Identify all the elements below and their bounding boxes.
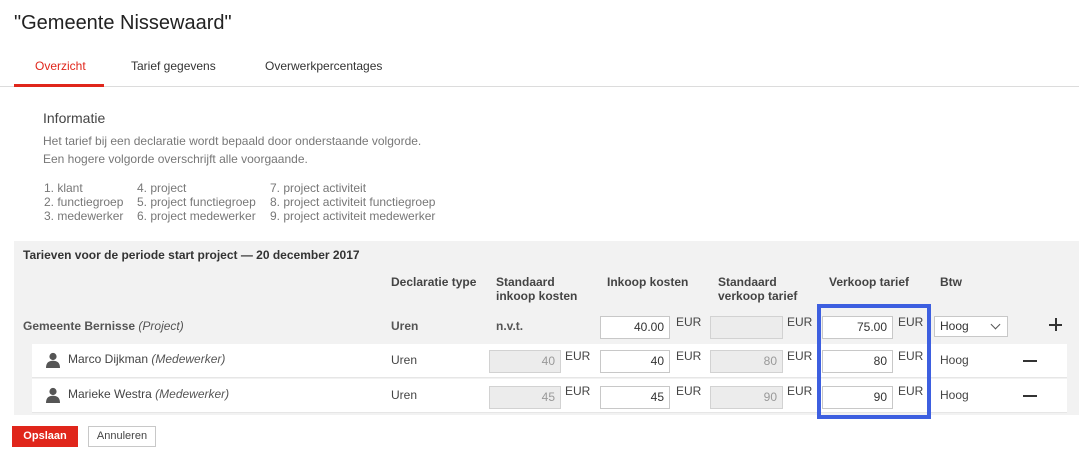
vat-select[interactable]: Hoog [934,316,1008,337]
page-title: "Gemeente Nissewaard" [14,12,232,34]
employee-type: Uren [391,388,418,402]
col-std-verkoop-1: Standaard [718,275,777,289]
employee-purchase-input[interactable]: 45 [600,386,670,409]
order-item: 4. project [137,181,187,195]
remove-row-minus-icon[interactable] [1023,360,1037,362]
info-line-1: Het tarief bij een declaratie wordt bepa… [43,134,422,148]
order-item: 6. project medewerker [137,209,256,223]
remove-row-minus-icon[interactable] [1023,395,1037,397]
col-inkoop-kosten: Inkoop kosten [607,275,689,289]
person-icon [46,352,60,368]
col-std-inkoop-2: inkoop kosten [496,289,578,303]
order-item: 5. project functiegroep [137,195,256,209]
order-item: 3. medewerker [44,209,124,223]
project-row-label: Gemeente Bernisse (Project) [23,319,184,333]
currency-label: EUR [787,349,813,363]
project-std-sale-input [710,316,783,339]
order-item: 1. klant [44,181,83,195]
active-tab-indicator [14,84,104,87]
order-item: 9. project activiteit medewerker [270,209,436,223]
employee-vat: Hoog [940,388,969,402]
project-name: Gemeente Bernisse [23,319,136,333]
project-type: Uren [391,319,419,333]
order-item: 8. project activiteit functiegroep [270,195,436,209]
currency-label: EUR [676,315,702,329]
project-std-purchase: n.v.t. [496,319,524,333]
tab-bar: Overzicht Tarief gegevens Overwerkpercen… [0,50,1079,87]
person-icon [46,387,60,403]
rates-period-header: Tarieven voor de periode start project —… [23,248,360,262]
chevron-down-icon [990,319,1001,330]
employee-std-purchase-input: 40 [489,350,561,373]
currency-label: EUR [787,384,813,398]
project-kind: (Project) [138,319,184,333]
tab-overwerkpercentages[interactable]: Overwerkpercentages [265,59,382,73]
col-verkoop-tarief: Verkoop tarief [829,275,910,289]
tab-tarief-gegevens[interactable]: Tarief gegevens [131,59,216,73]
employee-name: Marco Dijkman (Medewerker) [68,352,226,366]
employee-name: Marieke Westra (Medewerker) [68,387,230,401]
currency-label: EUR [676,349,702,363]
col-std-verkoop-2: verkoop tarief [718,289,798,303]
info-title: Informatie [43,110,106,126]
employee-std-sale-input: 90 [710,386,783,409]
order-item: 7. project activiteit [270,181,367,195]
currency-label: EUR [676,384,702,398]
tab-overzicht[interactable]: Overzicht [35,59,86,73]
vat-select-value: Hoog [940,319,969,333]
save-button[interactable]: Opslaan [12,426,78,447]
cancel-button[interactable]: Annuleren [88,426,156,447]
employee-vat: Hoog [940,353,969,367]
project-purchase-input[interactable]: 40.00 [600,316,670,339]
add-row-plus-icon[interactable] [1049,318,1062,331]
info-line-2: Een hogere volgorde overschrijft alle vo… [43,152,308,166]
col-declaratie-type: Declaratie type [391,275,477,289]
col-btw: Btw [940,275,962,289]
currency-label: EUR [565,384,591,398]
employee-purchase-input[interactable]: 40 [600,350,670,373]
sale-column-highlight [817,304,931,419]
employee-std-sale-input: 80 [710,350,783,373]
currency-label: EUR [565,349,591,363]
employee-std-purchase-input: 45 [489,386,561,409]
currency-label: EUR [787,315,813,329]
employee-type: Uren [391,353,418,367]
col-std-inkoop-1: Standaard [496,275,555,289]
order-item: 2. functiegroep [44,195,124,209]
